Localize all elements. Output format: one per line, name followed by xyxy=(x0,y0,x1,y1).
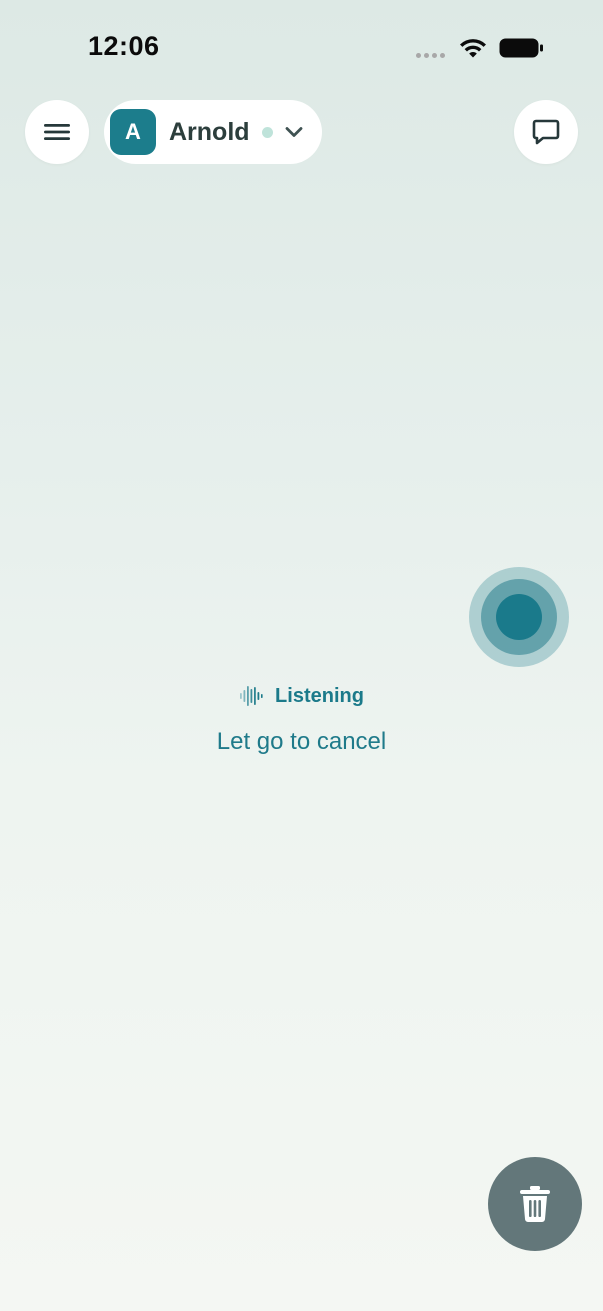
battery-icon xyxy=(499,38,543,58)
sound-wave-icon xyxy=(240,686,263,706)
listening-label: Listening xyxy=(275,684,364,707)
record-orb-ring xyxy=(481,579,557,655)
menu-button[interactable] xyxy=(25,100,89,164)
online-status-dot xyxy=(261,126,273,138)
status-time: 12:06 xyxy=(88,31,160,61)
record-orb[interactable] xyxy=(469,567,569,667)
chat-bubble-icon xyxy=(532,119,560,145)
listening-status: Listening xyxy=(0,684,603,708)
trash-icon xyxy=(520,1186,550,1222)
cancel-hint: Let go to cancel xyxy=(216,728,387,755)
status-bar: 12:06 xyxy=(0,0,603,90)
record-orb-core xyxy=(496,594,542,640)
avatar: A xyxy=(110,109,156,155)
profile-selector[interactable]: A Arnold xyxy=(104,100,322,164)
trash-button[interactable] xyxy=(488,1157,582,1251)
chat-button[interactable] xyxy=(514,100,578,164)
signal-dots-icon xyxy=(416,53,445,58)
chevron-down-icon xyxy=(285,127,302,137)
profile-name: Arnold xyxy=(169,117,250,146)
wifi-icon xyxy=(460,39,486,58)
hamburger-menu-icon xyxy=(44,124,70,140)
